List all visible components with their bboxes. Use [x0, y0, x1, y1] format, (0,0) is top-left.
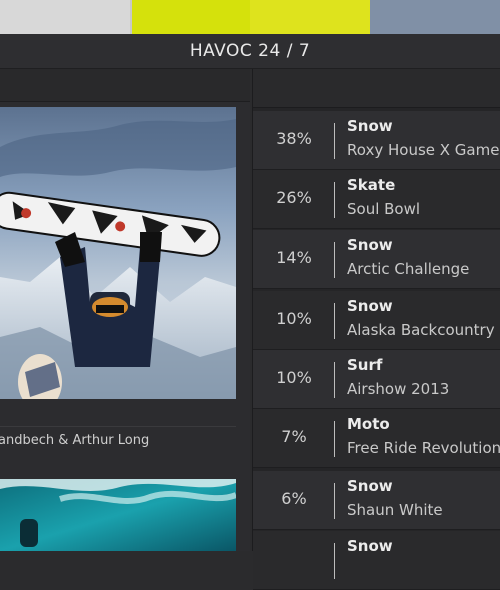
feature-photo-snowboarder[interactable]	[0, 107, 236, 399]
ranking-row[interactable]: 38% Snow Roxy House X Games	[253, 111, 500, 170]
page-title: HAVOC 24 / 7	[189, 41, 311, 61]
row-divider	[334, 362, 335, 398]
ranking-name: Shaun White	[347, 501, 443, 519]
row-divider	[334, 123, 335, 159]
top-color-strip	[0, 0, 500, 34]
feature-photo-surf[interactable]	[0, 479, 236, 551]
rankings-header	[253, 69, 500, 108]
ranking-row[interactable]: 7% Moto Free Ride Revolution	[253, 409, 500, 468]
ranking-name: Alaska Backcountry	[347, 321, 495, 339]
ranking-percent: 7%	[281, 427, 307, 446]
row-divider	[334, 483, 335, 519]
ranking-category: Surf	[347, 356, 383, 374]
ranking-category: Snow	[347, 537, 393, 555]
strip-segment	[132, 0, 250, 34]
title-bar: HAVOC 24 / 7	[0, 34, 500, 69]
strip-segment	[370, 0, 500, 34]
ranking-category: Snow	[347, 297, 393, 315]
ranking-row[interactable]: 10% Surf Airshow 2013	[253, 350, 500, 409]
row-divider	[334, 182, 335, 218]
ranking-category: Skate	[347, 176, 396, 194]
row-divider	[334, 421, 335, 457]
ranking-name: Free Ride Revolution	[347, 439, 500, 457]
row-divider	[334, 242, 335, 278]
ranking-row[interactable]: 6% Snow Shaun White	[253, 471, 500, 530]
strip-segment	[250, 0, 370, 34]
ranking-row[interactable]: Snow	[253, 531, 500, 590]
row-divider	[334, 303, 335, 339]
feature-pane-header	[0, 69, 250, 102]
ranking-row[interactable]: 10% Snow Alaska Backcountry	[253, 291, 500, 350]
ranking-category: Moto	[347, 415, 390, 433]
ranking-category: Snow	[347, 117, 393, 135]
ranking-percent: 10%	[276, 309, 312, 328]
rankings-list: 38% Snow Roxy House X Games 26% Skate So…	[252, 69, 500, 590]
ranking-category: Snow	[347, 236, 393, 254]
ranking-name: Arctic Challenge	[347, 260, 470, 278]
ranking-percent: 14%	[276, 248, 312, 267]
ranking-name: Airshow 2013	[347, 380, 450, 398]
ranking-row[interactable]: 14% Snow Arctic Challenge	[253, 230, 500, 289]
ranking-name: Soul Bowl	[347, 200, 421, 218]
ranking-percent: 38%	[276, 129, 312, 148]
feature-pane: andbech & Arthur Long	[0, 69, 250, 551]
strip-segment	[0, 0, 130, 34]
row-divider	[334, 543, 335, 579]
ranking-percent: 10%	[276, 368, 312, 387]
ranking-name: Roxy House X Games	[347, 141, 500, 159]
ranking-category: Snow	[347, 477, 393, 495]
ranking-row[interactable]: 26% Skate Soul Bowl	[253, 170, 500, 229]
ranking-percent: 6%	[281, 489, 307, 508]
feature-caption: andbech & Arthur Long	[0, 426, 236, 455]
ranking-percent: 26%	[276, 188, 312, 207]
